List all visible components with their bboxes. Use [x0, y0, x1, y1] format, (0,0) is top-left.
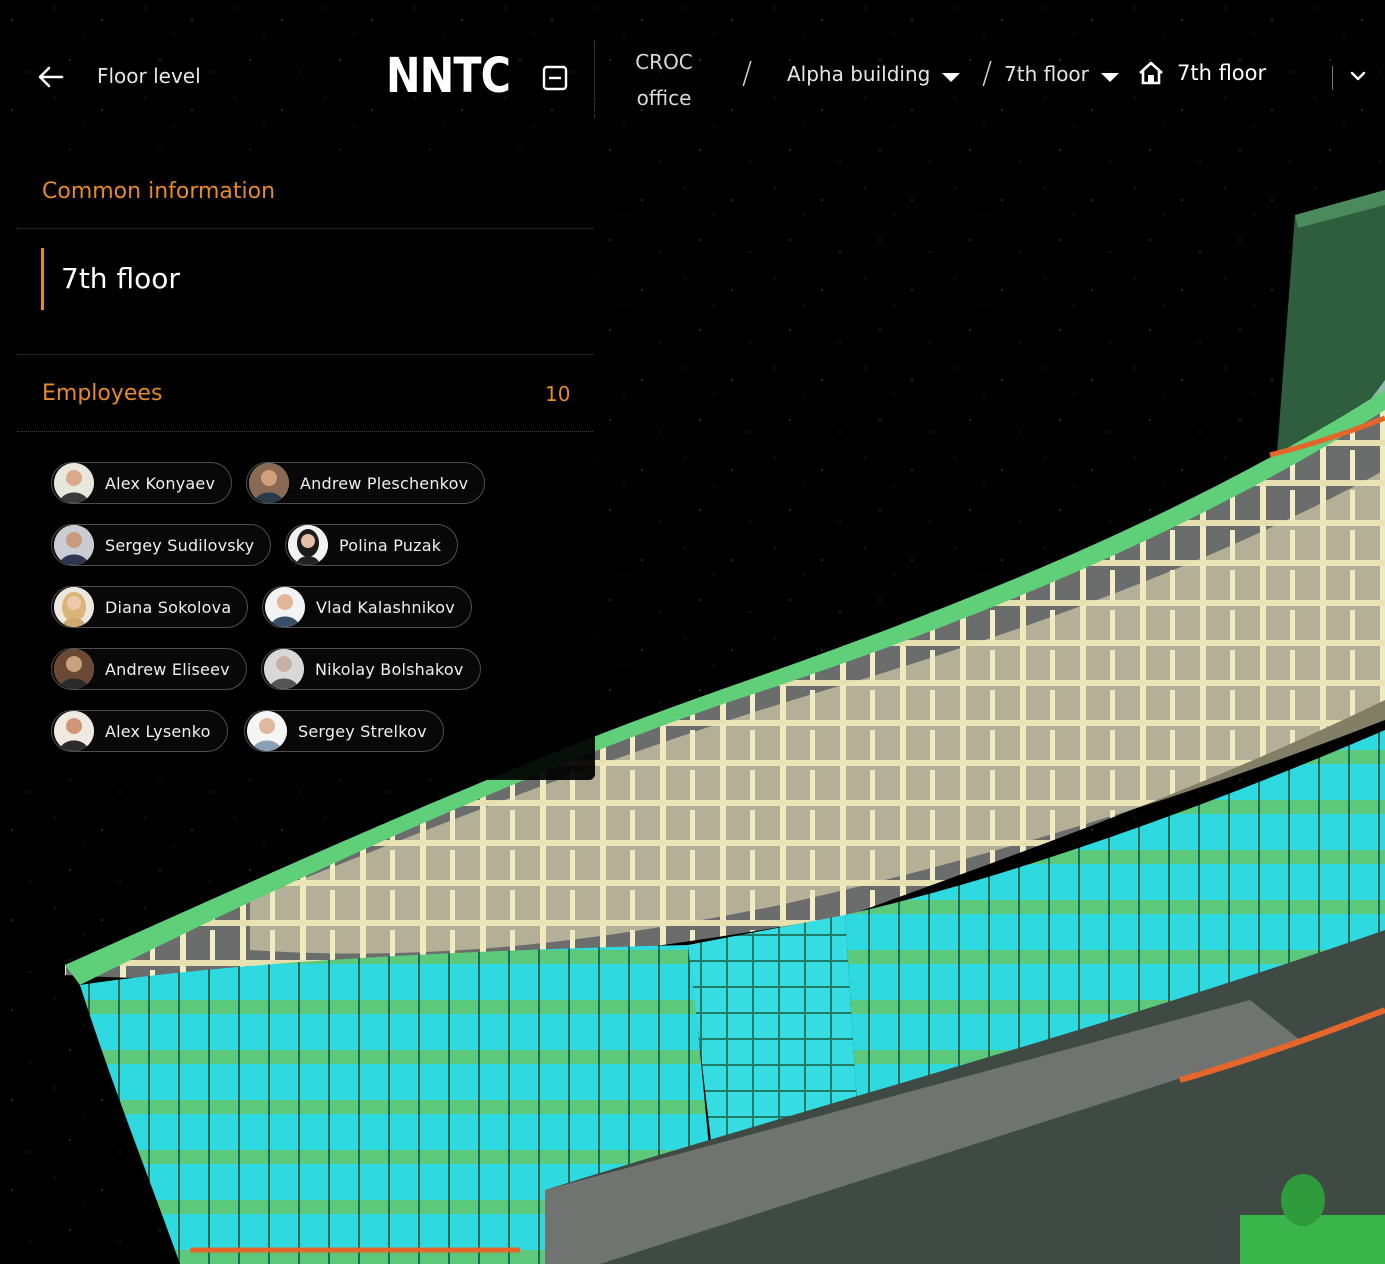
employee-name: Polina Puzak	[339, 535, 442, 555]
info-panel: Common information 7th floor Employees 1…	[0, 150, 595, 780]
employee-name: Vlad Kalashnikov	[316, 597, 455, 617]
employee-chip[interactable]: Sergey Strelkov	[244, 710, 444, 752]
chevron-down-icon[interactable]	[1346, 64, 1370, 88]
breadcrumb-org-line1: CROC	[635, 50, 693, 74]
back-label[interactable]: Floor level	[97, 64, 201, 88]
section-divider	[17, 354, 593, 355]
common-info-title: Common information	[42, 179, 276, 204]
brand-logo: NNTC	[386, 48, 511, 104]
avatar	[265, 587, 305, 627]
employee-name: Andrew Eliseev	[105, 659, 230, 679]
employee-name: Diana Sokolova	[105, 597, 232, 617]
header-divider	[594, 40, 595, 118]
employee-chip[interactable]: Alex Lysenko	[51, 710, 228, 752]
section-divider	[17, 228, 593, 229]
floor-accent-bar	[41, 248, 44, 310]
employee-chip[interactable]: Polina Puzak	[285, 524, 459, 566]
employee-chip[interactable]: Diana Sokolova	[51, 586, 249, 628]
breadcrumb-building-label: Alpha building	[787, 62, 931, 86]
employee-chip[interactable]: Sergey Sudilovsky	[51, 524, 272, 566]
employee-name: Sergey Sudilovsky	[105, 535, 255, 555]
employee-chip[interactable]: Andrew Eliseev	[51, 648, 247, 690]
employee-chip[interactable]: Alex Konyaev	[51, 462, 233, 504]
avatar	[54, 463, 94, 503]
caret-down-icon	[1100, 72, 1119, 82]
top-bar: Floor level NNTC CROC office / Alpha bui…	[0, 0, 1385, 150]
breadcrumb-current[interactable]: 7th floor	[1137, 60, 1266, 86]
avatar	[288, 525, 328, 565]
avatar	[54, 587, 94, 627]
avatar	[54, 525, 94, 565]
breadcrumb-building-dropdown[interactable]: Alpha building	[787, 62, 961, 86]
employee-name: Sergey Strelkov	[298, 721, 427, 741]
floor-name: 7th floor	[61, 262, 180, 295]
avatar	[54, 649, 94, 689]
employee-chip[interactable]: Nikolay Bolshakov	[261, 648, 481, 690]
breadcrumb-floor-label: 7th floor	[1004, 62, 1089, 86]
breadcrumb-separator: /	[742, 56, 753, 91]
back-arrow-icon[interactable]	[34, 60, 68, 94]
employee-name: Alex Konyaev	[105, 473, 216, 493]
caret-down-icon	[942, 72, 961, 82]
header-divider	[1332, 66, 1333, 90]
employees-title: Employees	[42, 381, 163, 406]
breadcrumb-organization[interactable]: CROC office	[626, 44, 702, 116]
employee-name: Andrew Pleschenkov	[300, 473, 469, 493]
avatar	[264, 649, 304, 689]
breadcrumb-current-label: 7th floor	[1177, 61, 1267, 85]
employee-name: Alex Lysenko	[105, 721, 211, 741]
employee-name: Nikolay Bolshakov	[315, 659, 464, 679]
breadcrumb-separator: /	[982, 56, 993, 91]
breadcrumb-org-line2: office	[636, 86, 692, 110]
employee-chip[interactable]: Andrew Pleschenkov	[246, 462, 486, 504]
employees-count: 10	[545, 382, 571, 406]
breadcrumb-floor-dropdown[interactable]: 7th floor	[1004, 62, 1119, 86]
avatar	[54, 711, 94, 751]
avatar	[249, 463, 289, 503]
home-icon	[1139, 61, 1163, 85]
section-divider	[17, 431, 593, 432]
avatar	[247, 711, 287, 751]
employee-chip[interactable]: Vlad Kalashnikov	[262, 586, 472, 628]
collapse-panel-icon[interactable]	[541, 64, 569, 92]
